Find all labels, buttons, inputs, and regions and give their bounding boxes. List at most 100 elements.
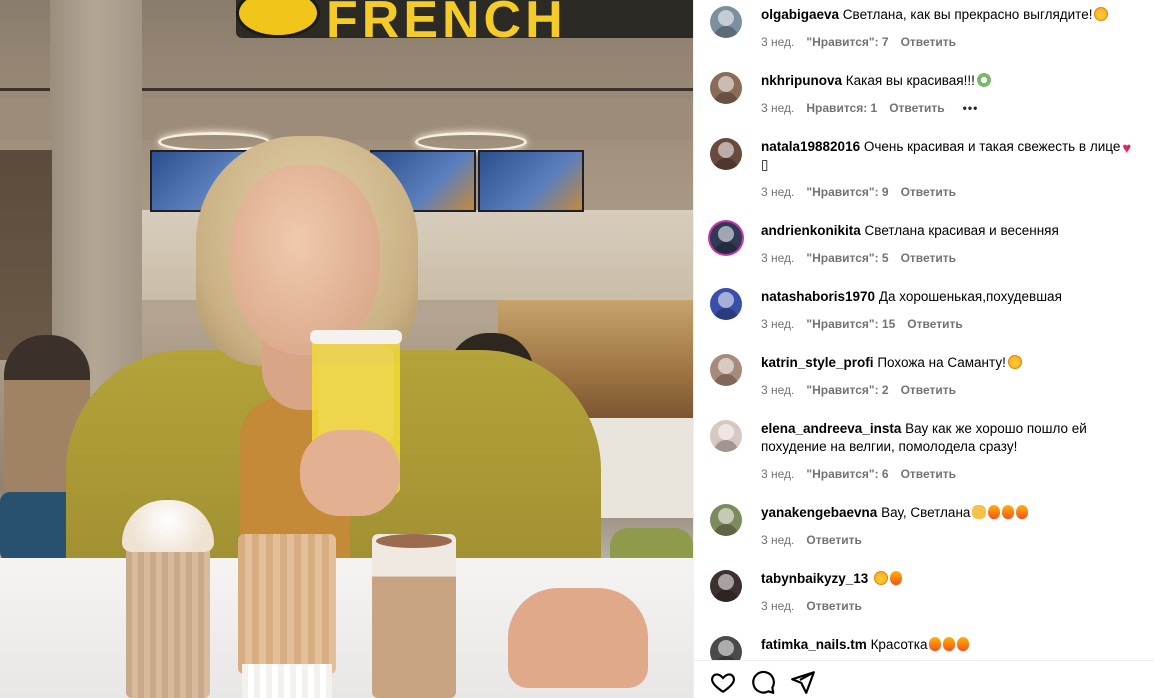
avatar[interactable] [710, 636, 742, 660]
comment-text-block: tabynbaikyzy_13 [761, 570, 1145, 588]
menu-screen [478, 150, 584, 212]
avatar[interactable] [710, 72, 742, 104]
reply-button[interactable]: Ответить [889, 101, 944, 115]
comment-likes[interactable]: "Нравится": 9 [806, 185, 888, 199]
comment-meta: 3 нед. "Нравится": 2 Ответить [761, 382, 968, 398]
reply-button[interactable]: Ответить [901, 467, 956, 481]
flower-emoji-icon [976, 73, 991, 87]
woman-face [230, 165, 380, 355]
comment-timestamp[interactable]: 3 нед. [761, 101, 794, 115]
reply-button[interactable]: Ответить [901, 383, 956, 397]
comment-username[interactable]: andrienkonikita [761, 223, 861, 238]
comment-likes[interactable]: "Нравится": 5 [806, 251, 888, 265]
avatar[interactable] [710, 354, 742, 386]
woman-hand [300, 430, 400, 516]
drink-glass [126, 534, 210, 698]
comment-meta: 3 нед. "Нравится": 5 Ответить [761, 250, 968, 266]
comment-likes[interactable]: "Нравится": 7 [806, 35, 888, 49]
clap-emoji-icon [972, 505, 987, 519]
glass-base [242, 664, 332, 698]
comment-username[interactable]: natala19882016 [761, 139, 860, 154]
comment-text: Вау, Светлана [881, 505, 971, 520]
comment-text-block: natashaboris1970 Да хорошенькая,похудевш… [761, 288, 1145, 306]
cup-lid [310, 330, 402, 344]
comment-timestamp[interactable]: 3 нед. [761, 467, 794, 481]
comment-text-block: katrin_style_profi Похожа на Саманту! [761, 354, 1145, 372]
drink-glass [372, 534, 456, 698]
shelf [0, 150, 52, 360]
comment-likes[interactable]: "Нравится": 15 [806, 317, 895, 331]
comment-timestamp[interactable]: 3 нед. [761, 251, 794, 265]
comment-likes[interactable]: "Нравится": 6 [806, 467, 888, 481]
avatar[interactable] [710, 420, 742, 452]
store-sign-text: FRENCH [326, 0, 567, 49]
comments-list[interactable]: olgabigaeva Светлана, как вы прекрасно в… [694, 0, 1154, 660]
comment-text: Светлана, как вы прекрасно выглядите! [842, 7, 1093, 22]
drink-glass [238, 534, 336, 674]
ring-lamp [415, 132, 527, 152]
avatar[interactable] [710, 570, 742, 602]
reply-button[interactable]: Ответить [901, 185, 956, 199]
heart-eyes-emoji-icon [874, 571, 889, 585]
comment-meta: 3 нед. "Нравится": 9 Ответить [761, 184, 968, 200]
comment-username[interactable]: natashaboris1970 [761, 289, 875, 304]
comment-text-block: natala19882016 Очень красивая и такая св… [761, 138, 1145, 174]
comment-username[interactable]: yanakengebaevna [761, 505, 877, 520]
reply-button[interactable]: Ответить [901, 35, 956, 49]
comment-text-block: yanakengebaevna Вау, Светлана [761, 504, 1145, 522]
comment-text: Светлана красивая и весенняя [864, 223, 1059, 238]
comment-meta: 3 нед. Нравится: 1 Ответить ••• [761, 100, 990, 116]
fire-emoji-icon [1016, 505, 1029, 519]
comment-text: Да хорошенькая,похудевшая [878, 289, 1062, 304]
heart-emoji-icon: ♥ [1122, 140, 1132, 157]
woman-hand [508, 588, 648, 688]
comment-username[interactable]: katrin_style_profi [761, 355, 874, 370]
reply-button[interactable]: Ответить [806, 533, 861, 547]
comment-username[interactable]: nkhripunova [761, 73, 842, 88]
heart-eyes-emoji-icon [1007, 355, 1022, 369]
comment-username[interactable]: elena_andreeva_insta [761, 421, 901, 436]
comment-meta: 3 нед. Ответить [761, 532, 874, 548]
comment-icon[interactable] [750, 669, 776, 695]
comment-timestamp[interactable]: 3 нед. [761, 35, 794, 49]
comment-username[interactable]: tabynbaikyzy_13 [761, 571, 868, 586]
comment-timestamp[interactable]: 3 нед. [761, 599, 794, 613]
comment-timestamp[interactable]: 3 нед. [761, 383, 794, 397]
fire-emoji-icon [957, 637, 970, 651]
comment-meta: 3 нед. Ответить [761, 598, 874, 614]
comment-timestamp[interactable]: 3 нед. [761, 317, 794, 331]
reply-button[interactable]: Ответить [901, 251, 956, 265]
comment-text-block: elena_andreeva_insta Вау как же хорошо п… [761, 420, 1145, 456]
comment-text: Очень красивая и такая свежесть в лице [863, 139, 1121, 154]
reply-button[interactable]: Ответить [806, 599, 861, 613]
avatar[interactable] [710, 6, 742, 38]
comment-meta: 3 нед. "Нравится": 15 Ответить [761, 316, 975, 332]
comment-username[interactable]: fatimka_nails.tm [761, 637, 867, 652]
comments-panel: olgabigaeva Светлана, как вы прекрасно в… [693, 0, 1154, 698]
share-icon[interactable] [790, 669, 816, 695]
action-bar [694, 660, 1154, 698]
comment-username[interactable]: olgabigaeva [761, 7, 839, 22]
comment-likes[interactable]: Нравится: 1 [806, 101, 877, 115]
comment-timestamp[interactable]: 3 нед. [761, 533, 794, 547]
comment-text-block: andrienkonikita Светлана красивая и весе… [761, 222, 1145, 240]
comment-text-extra: ▯ [761, 157, 769, 172]
comment-likes[interactable]: "Нравится": 2 [806, 383, 888, 397]
reply-button[interactable]: Ответить [907, 317, 962, 331]
avatar[interactable] [710, 222, 742, 254]
comment-text-block: nkhripunova Какая вы красивая!!! [761, 72, 1145, 90]
more-options-icon[interactable]: ••• [963, 101, 979, 115]
avatar[interactable] [710, 138, 742, 170]
avatar[interactable] [710, 288, 742, 320]
comment-meta: 3 нед. "Нравится": 7 Ответить [761, 34, 968, 50]
cocoa-top [376, 534, 452, 548]
post-photo[interactable]: FRENCH [0, 0, 693, 698]
comment-text-block: olgabigaeva Светлана, как вы прекрасно в… [761, 6, 1145, 24]
fire-emoji-icon [943, 637, 956, 651]
avatar[interactable] [710, 504, 742, 536]
fire-emoji-icon [890, 571, 903, 585]
heart-icon[interactable] [710, 669, 736, 695]
fire-emoji-icon [929, 637, 942, 651]
comment-timestamp[interactable]: 3 нед. [761, 185, 794, 199]
fire-emoji-icon [1002, 505, 1015, 519]
